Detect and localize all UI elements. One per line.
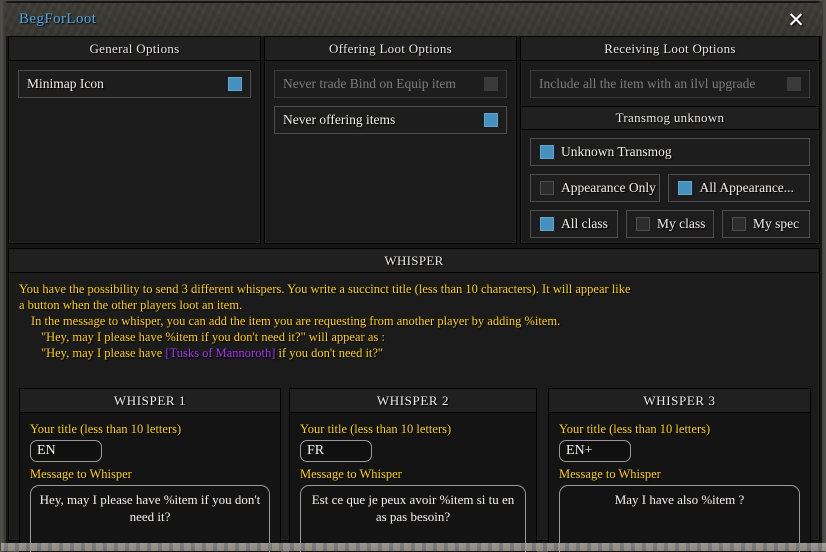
checkbox-never-offering-items[interactable] [484, 113, 498, 127]
option-include-ilvl-upgrade: Include all the item with an ilvl upgrad… [530, 70, 810, 98]
panel-offering-loot-options: Offering Loot Options Never trade Bind o… [264, 36, 517, 244]
panel-receiving-loot-options: Receiving Loot Options Include all the i… [520, 36, 820, 244]
whisper-1-message-label: Message to Whisper [30, 467, 132, 481]
panel-general-options: General Options Minimap Icon [8, 36, 261, 244]
whisper-3-message-input[interactable] [559, 485, 800, 552]
whisper-desc-line-3: In the message to whisper, you can add t… [31, 314, 561, 328]
option-never-trade-boe: Never trade Bind on Equip item [274, 70, 507, 98]
whisper-card-1: WHISPER 1 Your title (less than 10 lette… [19, 388, 281, 552]
transmog-unknown-transmog[interactable]: Unknown Transmog [530, 138, 810, 166]
offering-loot-options-header: Offering Loot Options [265, 37, 516, 61]
general-options-body: Minimap Icon [9, 61, 260, 115]
whisper-description: You have the possibility to send 3 diffe… [9, 273, 819, 365]
whisper-1-message-input[interactable] [30, 485, 270, 552]
option-minimap-icon[interactable]: Minimap Icon [18, 70, 251, 98]
whisper-3-header: WHISPER 3 [548, 388, 811, 413]
whisper-3-body: Your title (less than 10 letters) Messag… [548, 413, 811, 552]
option-label: Never offering items [283, 112, 396, 127]
transmog-body: Unknown Transmog Appearance Only All App… [521, 130, 819, 238]
transmog-appearance-only[interactable]: Appearance Only [530, 174, 661, 202]
item-link[interactable]: [Tusks of Mannoroth] [165, 346, 275, 360]
whisper-2-message-label: Message to Whisper [300, 467, 402, 481]
transmog-my-spec[interactable]: My spec [722, 210, 810, 238]
whisper-desc-line-1: You have the possibility to send 3 diffe… [19, 282, 631, 296]
checkbox-include-ilvl-upgrade [787, 77, 801, 91]
whisper-2-message-input[interactable] [300, 485, 526, 552]
option-never-offering-items[interactable]: Never offering items [274, 106, 507, 134]
whisper-1-title-label: Your title (less than 10 letters) [30, 422, 182, 436]
whisper-desc-line-4: "Hey, may I please have %item if you don… [41, 330, 385, 344]
window-title: BegForLoot [19, 11, 97, 27]
window-body: General Options Minimap Icon Offering Lo… [6, 36, 822, 552]
whisper-card-2: WHISPER 2 Your title (less than 10 lette… [289, 388, 537, 552]
whisper-desc-line-5-post: if you don't need it?" [275, 346, 384, 360]
transmog-label: My spec [753, 216, 800, 231]
close-icon[interactable]: ✕ [783, 7, 809, 33]
whisper-1-body: Your title (less than 10 letters) Messag… [19, 413, 281, 552]
whisper-2-title-input[interactable] [300, 440, 372, 462]
whisper-2-body: Your title (less than 10 letters) Messag… [289, 413, 537, 552]
transmog-label: Unknown Transmog [561, 144, 672, 159]
checkbox-my-spec[interactable] [732, 217, 746, 231]
checkbox-minimap-icon[interactable] [228, 77, 242, 91]
general-options-header: General Options [9, 37, 260, 61]
whisper-3-title-label: Your title (less than 10 letters) [559, 422, 711, 436]
whisper-header: WHISPER [9, 249, 819, 273]
checkbox-unknown-transmog[interactable] [540, 145, 554, 159]
whisper-desc-line-5-pre: "Hey, may I please have [41, 346, 166, 360]
transmog-all-appearance[interactable]: All Appearance... [668, 174, 810, 202]
transmog-label: All class [561, 216, 608, 231]
window-bottom-edge [1, 543, 826, 551]
transmog-label: My class [657, 216, 706, 231]
title-bar[interactable]: BegForLoot ✕ [5, 3, 823, 36]
offering-loot-options-body: Never trade Bind on Equip item Never off… [265, 61, 516, 151]
transmog-all-class[interactable]: All class [530, 210, 618, 238]
whisper-card-3: WHISPER 3 Your title (less than 10 lette… [548, 388, 811, 552]
transmog-my-class[interactable]: My class [626, 210, 714, 238]
checkbox-all-appearance[interactable] [678, 181, 693, 195]
checkbox-all-class[interactable] [540, 217, 554, 231]
option-label: Include all the item with an ilvl upgrad… [539, 76, 756, 91]
whisper-3-title-input[interactable] [559, 440, 631, 462]
option-label: Never trade Bind on Equip item [283, 76, 456, 91]
checkbox-never-trade-boe [484, 77, 498, 91]
checkbox-appearance-only[interactable] [540, 181, 554, 195]
whisper-desc-line-2: a button when the other players loot an … [19, 298, 243, 312]
option-label: Minimap Icon [27, 76, 104, 91]
whisper-2-title-label: Your title (less than 10 letters) [300, 422, 452, 436]
receiving-loot-options-header: Receiving Loot Options [521, 37, 819, 61]
whisper-2-header: WHISPER 2 [289, 388, 537, 413]
transmog-label: All Appearance... [699, 180, 794, 195]
panel-whisper: WHISPER You have the possibility to send… [8, 248, 820, 552]
transmog-label: Appearance Only [561, 180, 656, 195]
transmog-row-appearance: Appearance Only All Appearance... [530, 174, 810, 202]
whisper-1-header: WHISPER 1 [19, 388, 281, 413]
checkbox-my-class[interactable] [636, 217, 650, 231]
whisper-desc-line-5: "Hey, may I please have [Tusks of Mannor… [19, 345, 809, 361]
begforloot-window: BegForLoot ✕ General Options Minimap Ico… [0, 0, 826, 552]
whisper-3-message-label: Message to Whisper [559, 467, 661, 481]
receiving-loot-options-body: Include all the item with an ilvl upgrad… [521, 61, 819, 98]
transmog-row-class: All class My class My spec [530, 210, 810, 238]
whisper-1-title-input[interactable] [30, 440, 102, 462]
transmog-header: Transmog unknown [521, 106, 819, 130]
